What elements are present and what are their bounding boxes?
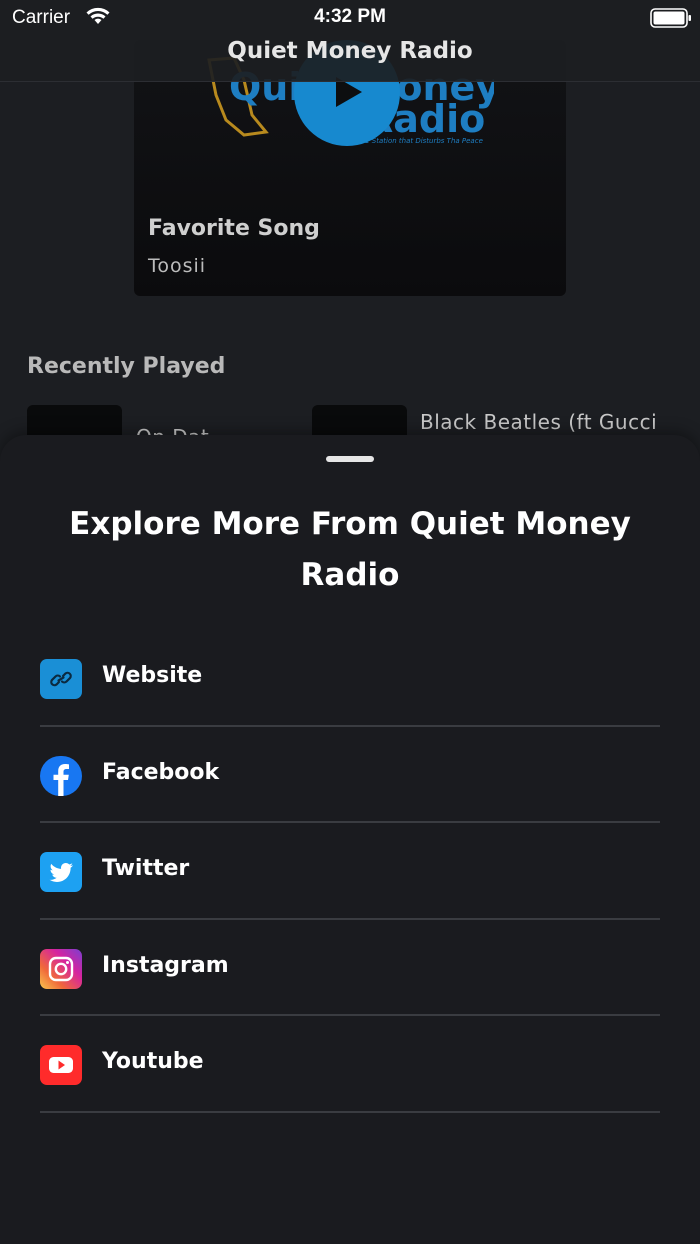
social-links-list: Website Facebook Twitter Instagram Youtu…: [40, 630, 660, 1113]
clock: 4:32 PM: [314, 6, 386, 27]
twitter-icon: [40, 852, 82, 892]
recent-item-title[interactable]: Black Beatles (ft Gucci: [420, 410, 665, 434]
instagram-icon: [40, 948, 82, 989]
link-row-instagram[interactable]: Instagram: [40, 920, 660, 1016]
link-label-instagram: Instagram: [102, 952, 229, 978]
sheet-title: Explore More From Quiet Money Radio: [69, 506, 631, 593]
battery-icon: [650, 8, 691, 28]
nav-title: Quiet Money Radio: [227, 38, 473, 64]
link-label-twitter: Twitter: [102, 856, 190, 881]
youtube-icon: [40, 1045, 82, 1085]
status-bar: Carrier 4:32 PM: [0, 0, 700, 36]
facebook-icon: [40, 755, 82, 796]
link-row-website[interactable]: Website: [40, 630, 660, 727]
sheet-grabber[interactable]: [326, 456, 374, 462]
link-label-youtube: Youtube: [102, 1049, 204, 1074]
link-row-twitter[interactable]: Twitter: [40, 823, 660, 920]
link-label-website: Website: [102, 663, 203, 688]
recently-played-heading: Recently Played: [27, 354, 226, 379]
link-row-facebook[interactable]: Facebook: [40, 727, 660, 823]
song-title: Favorite Song: [148, 216, 320, 241]
link-row-youtube[interactable]: Youtube: [40, 1016, 660, 1113]
link-icon: [40, 659, 82, 699]
song-artist: Toosii: [148, 255, 207, 277]
link-label-facebook: Facebook: [102, 759, 220, 785]
explore-bottom-sheet: Explore More From Quiet Money Radio Webs…: [0, 435, 700, 1244]
